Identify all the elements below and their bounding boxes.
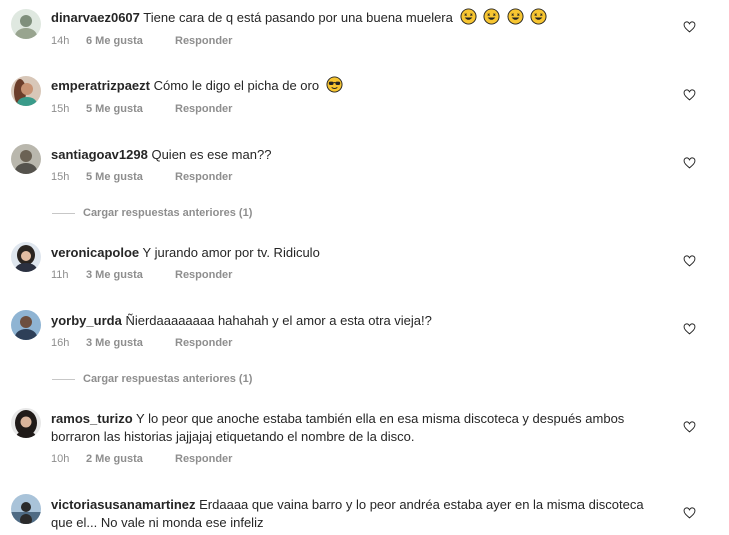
divider bbox=[52, 378, 75, 380]
comment-time[interactable]: 15h bbox=[51, 171, 86, 183]
likes-count[interactable]: 3 Me gusta bbox=[86, 269, 175, 281]
heart-outline-icon[interactable] bbox=[683, 323, 696, 335]
reply-button[interactable]: Responder bbox=[175, 171, 232, 183]
reply-button[interactable]: Responder bbox=[175, 337, 232, 349]
comment-text: Cómo le digo el picha de oro bbox=[153, 78, 320, 93]
heart-outline-icon[interactable] bbox=[683, 421, 696, 433]
comment-item: ramos_turizo Y lo peor que anoche estaba… bbox=[0, 400, 729, 478]
comment-item: emperatrizpaezt Cómo le digo el picha de… bbox=[0, 68, 729, 128]
comment-time[interactable]: 16h bbox=[51, 337, 86, 349]
load-previous-replies-label[interactable]: Cargar respuestas anteriores (1) bbox=[83, 207, 252, 219]
likes-count[interactable]: 3 Me gusta bbox=[86, 337, 175, 349]
sunglasses-emoji bbox=[326, 76, 343, 93]
comment-username[interactable]: dinarvaez0607 bbox=[51, 10, 140, 25]
comment-item: victoriasusanamartinez Erdaaaa que vaina… bbox=[0, 486, 729, 535]
heart-outline-icon[interactable] bbox=[683, 157, 696, 169]
heart-outline-icon[interactable] bbox=[683, 89, 696, 101]
rofl-emoji bbox=[530, 8, 547, 25]
comment-item: yorby_urda Ñierdaaaaaaaa hahahah y el am… bbox=[0, 302, 729, 362]
divider bbox=[52, 212, 75, 214]
comment-text: Quien es ese man?? bbox=[151, 147, 272, 162]
comment-text: Y lo peor que anoche estaba también ella… bbox=[51, 411, 625, 444]
load-previous-replies[interactable]: Cargar respuestas anteriores (1) bbox=[52, 207, 252, 219]
avatar[interactable] bbox=[11, 242, 41, 272]
comment-item: santiagoav1298 Quien es ese man?? 15h 5 M… bbox=[0, 136, 729, 196]
comment-username[interactable]: emperatrizpaezt bbox=[51, 78, 150, 93]
rofl-emoji bbox=[459, 8, 477, 25]
heart-outline-icon[interactable] bbox=[683, 507, 696, 519]
comment-time[interactable]: 11h bbox=[51, 269, 86, 281]
comment-time[interactable]: 14h bbox=[51, 35, 86, 47]
avatar[interactable] bbox=[11, 144, 41, 174]
reply-button[interactable]: Responder bbox=[175, 453, 232, 465]
comment-username[interactable]: santiagoav1298 bbox=[51, 147, 148, 162]
likes-count[interactable]: 5 Me gusta bbox=[86, 103, 175, 115]
comment-username[interactable]: veronicapoloe bbox=[51, 245, 139, 260]
reply-button[interactable]: Responder bbox=[175, 269, 232, 281]
comment-time[interactable]: 10h bbox=[51, 453, 86, 465]
comment-username[interactable]: yorby_urda bbox=[51, 313, 122, 328]
comment-username[interactable]: victoriasusanamartinez bbox=[51, 497, 196, 512]
load-previous-replies-label[interactable]: Cargar respuestas anteriores (1) bbox=[83, 373, 252, 385]
heart-outline-icon[interactable] bbox=[683, 21, 696, 33]
comment-text: Ñierdaaaaaaaa hahahah y el amor a esta o… bbox=[125, 313, 432, 328]
avatar[interactable] bbox=[11, 76, 41, 106]
avatar[interactable] bbox=[11, 494, 41, 524]
comment-item: dinarvaez0607 Tiene cara de q está pasan… bbox=[0, 0, 729, 60]
heart-outline-icon[interactable] bbox=[683, 255, 696, 267]
comment-username[interactable]: ramos_turizo bbox=[51, 411, 133, 426]
comment-text: Y jurando amor por tv. Ridiculo bbox=[142, 245, 320, 260]
avatar[interactable] bbox=[11, 408, 41, 438]
comment-time[interactable]: 15h bbox=[51, 103, 86, 115]
comment-text: Tiene cara de q está pasando por una bue… bbox=[143, 10, 453, 25]
reply-button[interactable]: Responder bbox=[175, 103, 232, 115]
likes-count[interactable]: 2 Me gusta bbox=[86, 453, 175, 465]
load-previous-replies[interactable]: Cargar respuestas anteriores (1) bbox=[52, 373, 252, 385]
rofl-emoji bbox=[483, 8, 500, 25]
comment-item: veronicapoloe Y jurando amor por tv. Rid… bbox=[0, 234, 729, 294]
reply-button[interactable]: Responder bbox=[175, 35, 232, 47]
avatar[interactable] bbox=[11, 9, 41, 39]
likes-count[interactable]: 6 Me gusta bbox=[86, 35, 175, 47]
rofl-emoji bbox=[507, 8, 524, 25]
avatar[interactable] bbox=[11, 310, 41, 340]
likes-count[interactable]: 5 Me gusta bbox=[86, 171, 175, 183]
